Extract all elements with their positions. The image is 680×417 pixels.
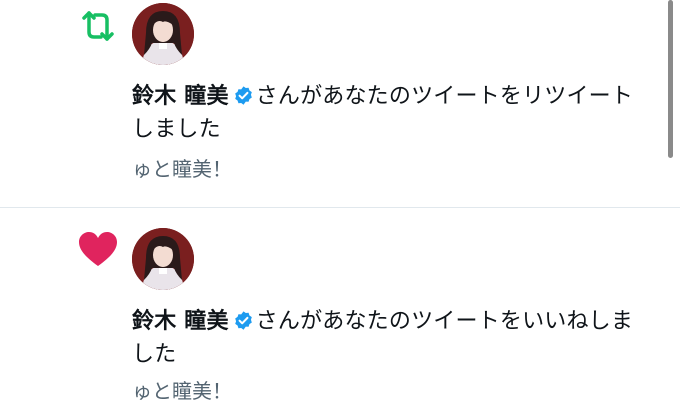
retweet-icon [76, 4, 120, 48]
verified-badge-icon [233, 308, 254, 330]
verified-badge-icon [233, 83, 254, 105]
heart-icon [76, 228, 120, 272]
notification-text: 鈴木 瞳美 さんがあなたのツイートをリツイートしました [132, 80, 652, 146]
tweet-preview[interactable]: ゅと瞳美！ [132, 375, 232, 404]
notification-retweet[interactable]: 鈴木 瞳美 さんがあなたのツイートをリツイートしました ゅと瞳美！ [0, 0, 664, 207]
avatar[interactable] [132, 228, 194, 290]
avatar[interactable] [132, 3, 194, 65]
tweet-preview[interactable]: ゅと瞳美！ [132, 153, 232, 182]
scrollbar[interactable] [668, 0, 673, 158]
notification-like[interactable]: 鈴木 瞳美 さんがあなたのツイートをいいねしました ゅと瞳美！ [0, 208, 664, 417]
user-name[interactable]: 鈴木 瞳美 [132, 309, 229, 334]
notification-text: 鈴木 瞳美 さんがあなたのツイートをいいねしました [132, 305, 652, 371]
user-name[interactable]: 鈴木 瞳美 [132, 84, 229, 109]
